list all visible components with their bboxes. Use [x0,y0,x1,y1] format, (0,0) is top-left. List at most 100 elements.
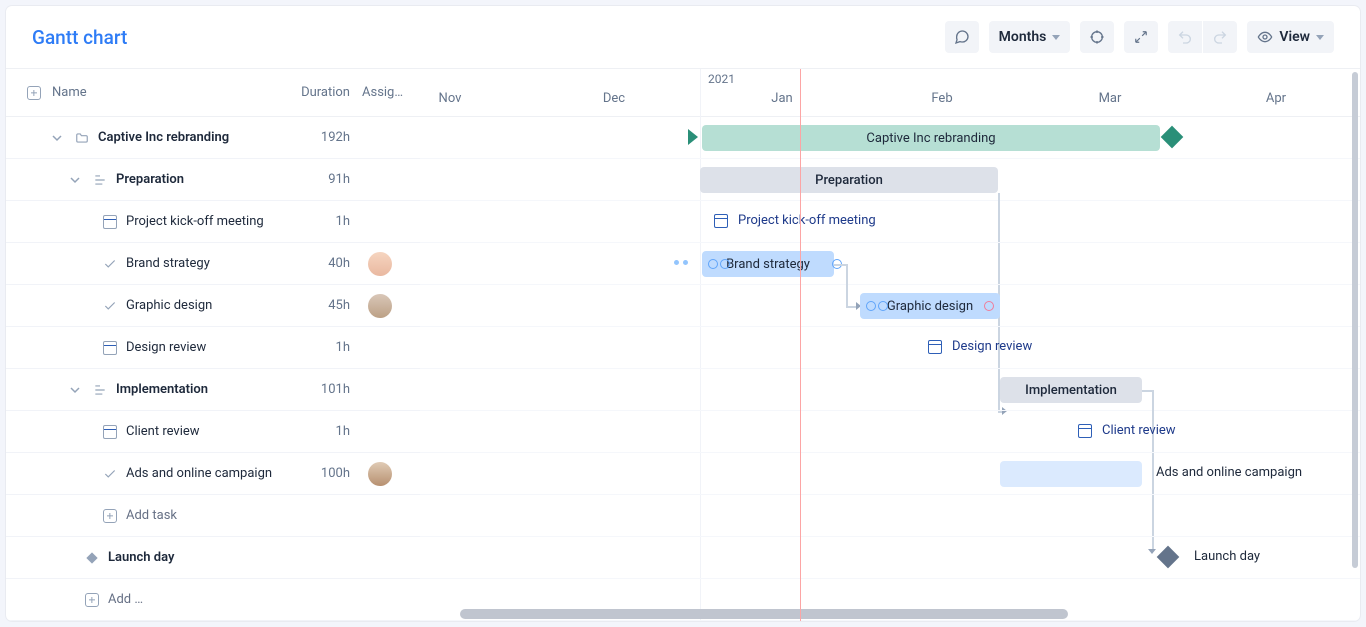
col-name-header[interactable]: Name [52,85,278,100]
check-icon [102,298,118,314]
table-row[interactable]: Project kick-off meeting 1h [6,201,420,243]
add-subproject-row[interactable]: Add … [6,579,420,621]
add-column-icon[interactable] [26,85,42,101]
table-row[interactable]: Design review 1h [6,327,420,369]
gantt-timeline[interactable]: 2021 Nov Dec Jan Feb Mar Apr Captive Inc… [420,68,1360,621]
task-name: Brand strategy [126,256,210,271]
milestone-task[interactable]: Project kick-off meeting [714,213,876,228]
comment-icon [954,29,970,45]
month-label: Nov [439,91,462,106]
collapse-button[interactable] [1124,21,1158,53]
add-label: Add … [108,592,143,607]
milestone-task[interactable]: Design review [928,339,1032,354]
task-name: Implementation [116,382,208,397]
calendar-icon [102,340,118,356]
toolbar: Months [945,21,1334,53]
horizontal-scrollbar[interactable] [460,609,1354,619]
chevron-down-icon [1316,35,1324,40]
table-row[interactable]: Captive Inc rebranding 192h [6,117,420,159]
task-name: Preparation [116,172,184,187]
task-duration: 1h [278,424,350,439]
col-duration-header[interactable]: Duration [278,85,350,100]
table-row[interactable]: Launch day [6,537,420,579]
add-task-label: Add task [126,508,177,523]
milestone-diamond-icon[interactable] [1157,546,1180,569]
month-label: Dec [603,91,625,106]
task-name: Client review [126,424,200,439]
task-name: Captive Inc rebranding [98,130,229,145]
chevron-down-icon[interactable] [66,175,84,185]
check-icon [102,466,118,482]
task-duration: 100h [278,466,350,481]
predecessor-dots [674,260,688,265]
redo-button[interactable] [1203,21,1237,53]
task-bar[interactable] [1000,461,1142,487]
milestone-task[interactable]: Client review [1078,423,1176,438]
vertical-scrollbar[interactable] [1352,72,1358,611]
group-bar[interactable]: Preparation [700,167,998,193]
table-row[interactable]: Implementation 101h [6,369,420,411]
table-header: Name Duration Assig… [6,69,420,117]
task-duration: 45h [278,298,350,313]
start-milestone-icon [688,129,698,145]
chevron-down-icon [1052,35,1060,40]
summary-bar[interactable]: Captive Inc rebranding [702,125,1160,151]
folder-icon [74,130,90,146]
avatar[interactable] [368,462,392,486]
task-duration: 1h [278,340,350,355]
eye-icon [1257,29,1273,45]
table-row[interactable]: Graphic design 45h [6,285,420,327]
timeline-header: 2021 Nov Dec Jan Feb Mar Apr [420,69,1360,117]
month-label: Mar [1099,91,1122,106]
chevron-down-icon[interactable] [66,385,84,395]
calendar-icon [102,424,118,440]
timescale-select[interactable]: Months [989,21,1071,53]
calendar-icon [714,214,728,228]
collapse-icon [1133,29,1149,45]
task-duration: 101h [278,382,350,397]
redo-icon [1212,29,1228,45]
diamond-icon [84,550,100,566]
table-row[interactable]: Preparation 91h [6,159,420,201]
timeline-body: Captive Inc rebranding Preparation Proje… [420,117,1360,621]
table-row[interactable]: Client review 1h [6,411,420,453]
avatar[interactable] [368,252,392,276]
table-row[interactable]: Ads and online campaign 100h [6,453,420,495]
task-duration: 1h [278,214,350,229]
undo-button[interactable] [1168,21,1202,53]
task-name: Ads and online campaign [126,466,272,481]
today-marker [800,69,801,621]
plus-icon [84,592,100,608]
group-bar[interactable]: Implementation [1000,377,1142,403]
col-assignee-header[interactable]: Assig… [350,85,410,100]
milestone-label: Launch day [1194,549,1260,564]
end-milestone-icon [1161,126,1184,149]
view-button[interactable]: View [1247,21,1334,53]
page-title[interactable]: Gantt chart [32,26,127,49]
task-bar[interactable]: Brand strategy [702,251,834,277]
calendar-icon [928,340,942,354]
task-bar[interactable]: Graphic design [860,293,1000,319]
plus-icon [102,508,118,524]
task-duration: 192h [278,130,350,145]
undo-icon [1177,29,1193,45]
calendar-icon [102,214,118,230]
calendar-icon [1078,424,1092,438]
today-target-icon [1089,29,1105,45]
task-name: Project kick-off meeting [126,214,264,229]
scroll-to-today-button[interactable] [1080,21,1114,53]
task-name: Design review [126,340,206,355]
year-label: 2021 [708,72,735,86]
task-bar-label: Ads and online campaign [1156,465,1302,480]
avatar[interactable] [368,294,392,318]
check-icon [102,256,118,272]
comments-button[interactable] [945,21,979,53]
subtask-icon [92,382,108,398]
month-label: Feb [931,91,952,106]
add-task-row[interactable]: Add task [6,495,420,537]
table-row[interactable]: Brand strategy 40h [6,243,420,285]
task-name: Graphic design [126,298,212,313]
chevron-down-icon[interactable] [48,133,66,143]
task-duration: 91h [278,172,350,187]
topbar: Gantt chart Months [6,6,1360,68]
